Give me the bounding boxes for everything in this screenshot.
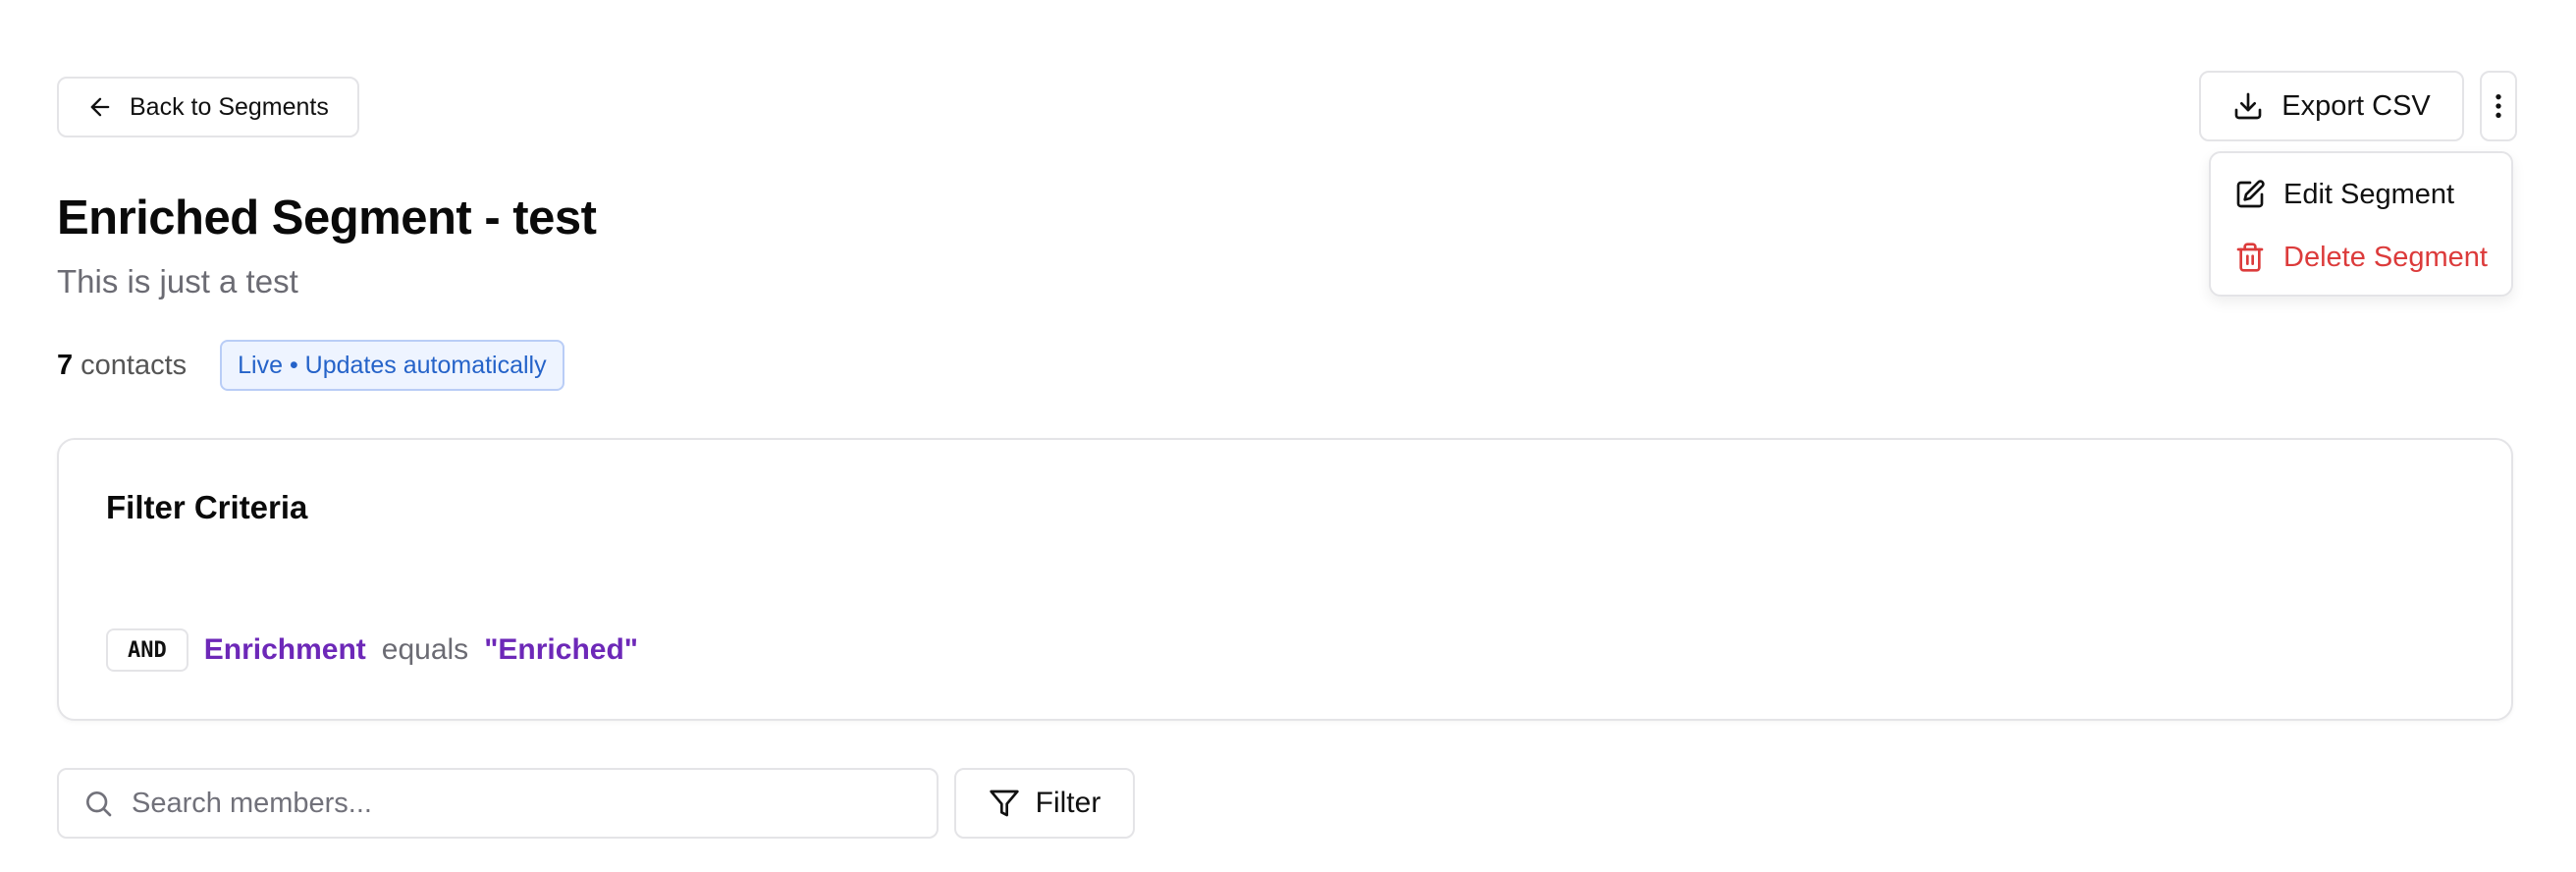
back-to-segments-button[interactable]: Back to Segments [57, 77, 359, 137]
search-icon [86, 791, 112, 817]
search-input[interactable] [132, 787, 937, 820]
segment-description: This is just a test [57, 263, 298, 300]
logic-operator-badge: AND [106, 628, 188, 672]
filter-rule: AND Enrichment equals "Enriched" [106, 628, 638, 672]
segment-detail-page: Back to Segments Export CSV Edit Segment [0, 0, 2576, 872]
filter-button-label: Filter [1035, 787, 1101, 819]
export-csv-button[interactable]: Export CSV [2199, 71, 2464, 141]
contact-count: 7 [57, 349, 74, 381]
filter-criteria-title: Filter Criteria [106, 489, 308, 525]
rule-value: "Enriched" [484, 633, 638, 666]
menu-item-delete-segment[interactable]: Delete Segment [2211, 226, 2511, 289]
filter-button[interactable]: Filter [954, 768, 1135, 839]
filter-criteria-card: Filter Criteria AND Enrichment equals "E… [57, 438, 2513, 721]
contact-count-label: contacts [80, 349, 188, 381]
member-search-box [57, 768, 939, 839]
segment-stats: 7 contacts Live • Updates automatically [57, 340, 564, 391]
filter-icon [989, 790, 1019, 817]
rule-field: Enrichment [203, 633, 366, 666]
actions-dropdown-menu: Edit Segment Delete Segment [2209, 151, 2513, 297]
trash-icon [2236, 243, 2264, 272]
rule-comparison: equals [381, 633, 469, 666]
more-actions-button[interactable] [2480, 71, 2517, 141]
edit-icon [2236, 180, 2265, 208]
arrow-left-icon [90, 97, 110, 117]
delete-segment-label: Delete Segment [2283, 241, 2488, 273]
export-button-label: Export CSV [2281, 89, 2431, 122]
back-button-label: Back to Segments [130, 92, 329, 121]
page-title: Enriched Segment - test [57, 191, 597, 245]
status-badge: Live • Updates automatically [220, 340, 564, 391]
menu-item-edit-segment[interactable]: Edit Segment [2211, 163, 2511, 226]
edit-segment-label: Edit Segment [2283, 178, 2455, 210]
download-icon [2234, 92, 2262, 120]
more-vertical-icon [2496, 94, 2501, 118]
